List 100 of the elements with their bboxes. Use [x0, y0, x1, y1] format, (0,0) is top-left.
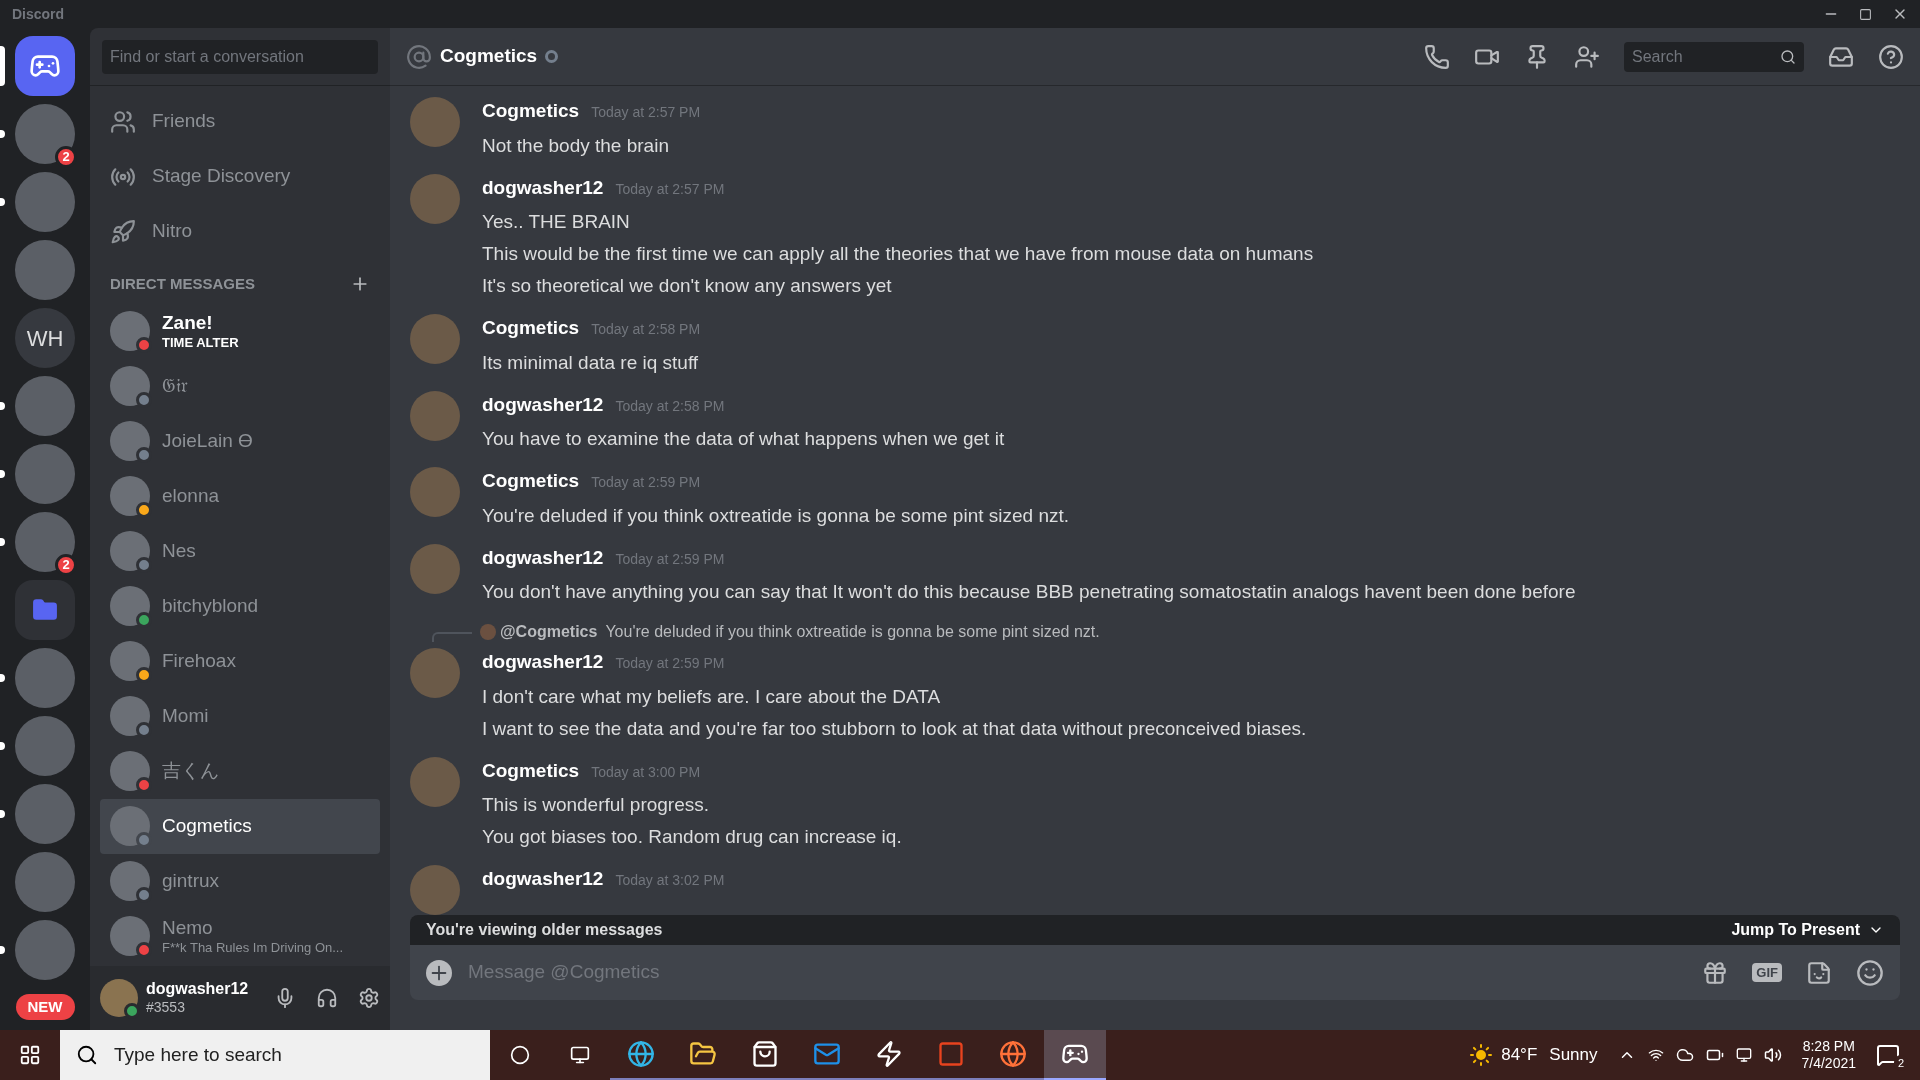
search-field[interactable]: Find or start a conversation: [102, 39, 378, 74]
dm-name: 吉くん: [162, 759, 219, 783]
message-author[interactable]: dogwasher12: [482, 648, 604, 677]
window-title: Discord: [12, 4, 65, 24]
reply-author[interactable]: @Cogmetics: [500, 620, 598, 644]
cloud-icon[interactable]: [1675, 1046, 1694, 1064]
dm-subtitle: TIME ALTER: [162, 334, 239, 351]
help-icon[interactable]: [1878, 43, 1904, 70]
headphones-icon[interactable]: [316, 987, 338, 1009]
smile-icon[interactable]: [1856, 958, 1884, 987]
home-button[interactable]: [15, 36, 75, 96]
at-sign-icon: [406, 43, 432, 70]
avatar: [110, 641, 150, 681]
message-author[interactable]: Cogmetics: [482, 467, 580, 496]
search-icon: [76, 1044, 98, 1066]
display-icon[interactable]: [1735, 1047, 1752, 1063]
message-text: I don't care what my beliefs are. I care about the DATA: [482, 684, 942, 709]
square-icon: [937, 1040, 965, 1068]
dm-name: JoieLain ϴ: [162, 429, 253, 453]
windows-icon: [19, 1044, 41, 1066]
taskbar-app[interactable]: [1044, 1030, 1106, 1080]
server-icon[interactable]: [15, 716, 75, 776]
dm-item[interactable]: 吉くん: [100, 743, 380, 799]
network-icon[interactable]: [1647, 1047, 1664, 1063]
nav-item[interactable]: Stage Discovery: [100, 149, 380, 204]
nav-item[interactable]: Nitro: [100, 204, 380, 259]
dm-item[interactable]: bitchyblond: [100, 578, 380, 634]
sun-icon: [1469, 1043, 1494, 1067]
nav-item[interactable]: Friends: [100, 94, 380, 149]
channel-title: Cogmetics: [440, 44, 538, 69]
globe-icon: [627, 1040, 655, 1068]
message-text: This would be the first time we can apply all the theories that we have from mouse data on humans: [482, 242, 1314, 266]
server-icon[interactable]: [15, 784, 75, 844]
gif-button[interactable]: GIF: [1752, 962, 1782, 983]
settings-icon[interactable]: [358, 987, 380, 1009]
notifications-icon[interactable]: [1876, 1043, 1900, 1067]
task-view-icon[interactable]: [570, 1045, 590, 1065]
avatar: [110, 531, 150, 571]
server-icon[interactable]: [15, 852, 75, 912]
dm-item[interactable]: 𝔊𝔦𝔯: [100, 358, 380, 414]
message-time: Today at 2:57 PM: [615, 179, 725, 199]
message-time: Today at 2:59 PM: [591, 473, 701, 492]
taskbar-clock[interactable]: 8:28 PM 7/4/2021: [1801, 1037, 1856, 1073]
cortana-icon[interactable]: [510, 1045, 530, 1065]
avatar: [110, 861, 150, 901]
message-author[interactable]: Cogmetics: [482, 97, 580, 126]
server-folder[interactable]: [15, 580, 75, 640]
message-author[interactable]: dogwasher12: [482, 865, 604, 894]
message-author[interactable]: dogwasher12: [482, 543, 604, 572]
avatar: [410, 865, 460, 915]
avatar: [110, 476, 150, 516]
dm-name: Nemo: [162, 916, 214, 940]
message-author[interactable]: Cogmetics: [482, 756, 580, 785]
dm-name: bitchyblond: [162, 594, 259, 618]
add-user-icon[interactable]: [1574, 43, 1600, 70]
message-author[interactable]: dogwasher12: [482, 390, 604, 419]
jump-to-present-button[interactable]: Jump To Present: [1731, 918, 1884, 942]
phone-icon[interactable]: [1424, 43, 1450, 70]
dm-item[interactable]: JoieLain ϴ: [100, 413, 380, 469]
search-field[interactable]: Search: [1624, 41, 1804, 72]
dm-item[interactable]: gintrux: [100, 853, 380, 909]
message-author[interactable]: Cogmetics: [482, 314, 580, 343]
server-icon[interactable]: [15, 104, 75, 164]
bag-icon: [751, 1040, 779, 1068]
maximize-icon[interactable]: [1859, 7, 1872, 21]
unread-indicator: [0, 946, 5, 954]
server-icon[interactable]: [15, 172, 75, 232]
server-button[interactable]: WH: [15, 308, 75, 368]
server-icon[interactable]: [15, 512, 75, 572]
mention-badge: 2: [55, 554, 77, 576]
avatar: [110, 586, 150, 626]
sticker-icon[interactable]: [1806, 959, 1832, 986]
dm-item[interactable]: Momi: [100, 688, 380, 744]
server-icon[interactable]: [15, 920, 75, 980]
mention-badge: 2: [55, 146, 77, 168]
avatar: [410, 467, 460, 517]
dm-item[interactable]: Zane! TIME ALTER: [100, 303, 380, 359]
server-icon[interactable]: [15, 648, 75, 708]
volume-icon[interactable]: [1763, 1046, 1782, 1064]
dm-item[interactable]: Nemo F**k Tha Rules Im Driving On...: [100, 908, 380, 964]
message-text: Its minimal data re iq stuff: [482, 350, 700, 375]
clock-date: 7/4/2021: [1801, 1055, 1856, 1073]
dm-item[interactable]: elonna: [100, 468, 380, 524]
rocket-icon: [110, 218, 136, 245]
reply-connector: [432, 632, 472, 642]
message-time: Today at 2:58 PM: [591, 320, 701, 339]
dm-item[interactable]: Nes: [100, 523, 380, 579]
avatar: [410, 756, 460, 807]
message-text: Yes.. THE BRAIN: [482, 210, 631, 234]
message-text: I want to see the data and you're far too stubborn to look at that data without preconceived biases.: [482, 716, 1307, 741]
server-icon[interactable]: [15, 240, 75, 300]
avatar: [110, 366, 150, 406]
server-icon[interactable]: [15, 376, 75, 436]
taskbar-search-field[interactable]: Type here to search: [60, 1030, 490, 1080]
gift-icon[interactable]: [1702, 959, 1729, 986]
dm-item[interactable]: Cogmetics: [100, 798, 380, 854]
message-author[interactable]: dogwasher12: [482, 173, 604, 202]
server-icon[interactable]: [15, 444, 75, 504]
dm-item[interactable]: Firehoax: [100, 633, 380, 689]
avatar: [110, 806, 150, 846]
